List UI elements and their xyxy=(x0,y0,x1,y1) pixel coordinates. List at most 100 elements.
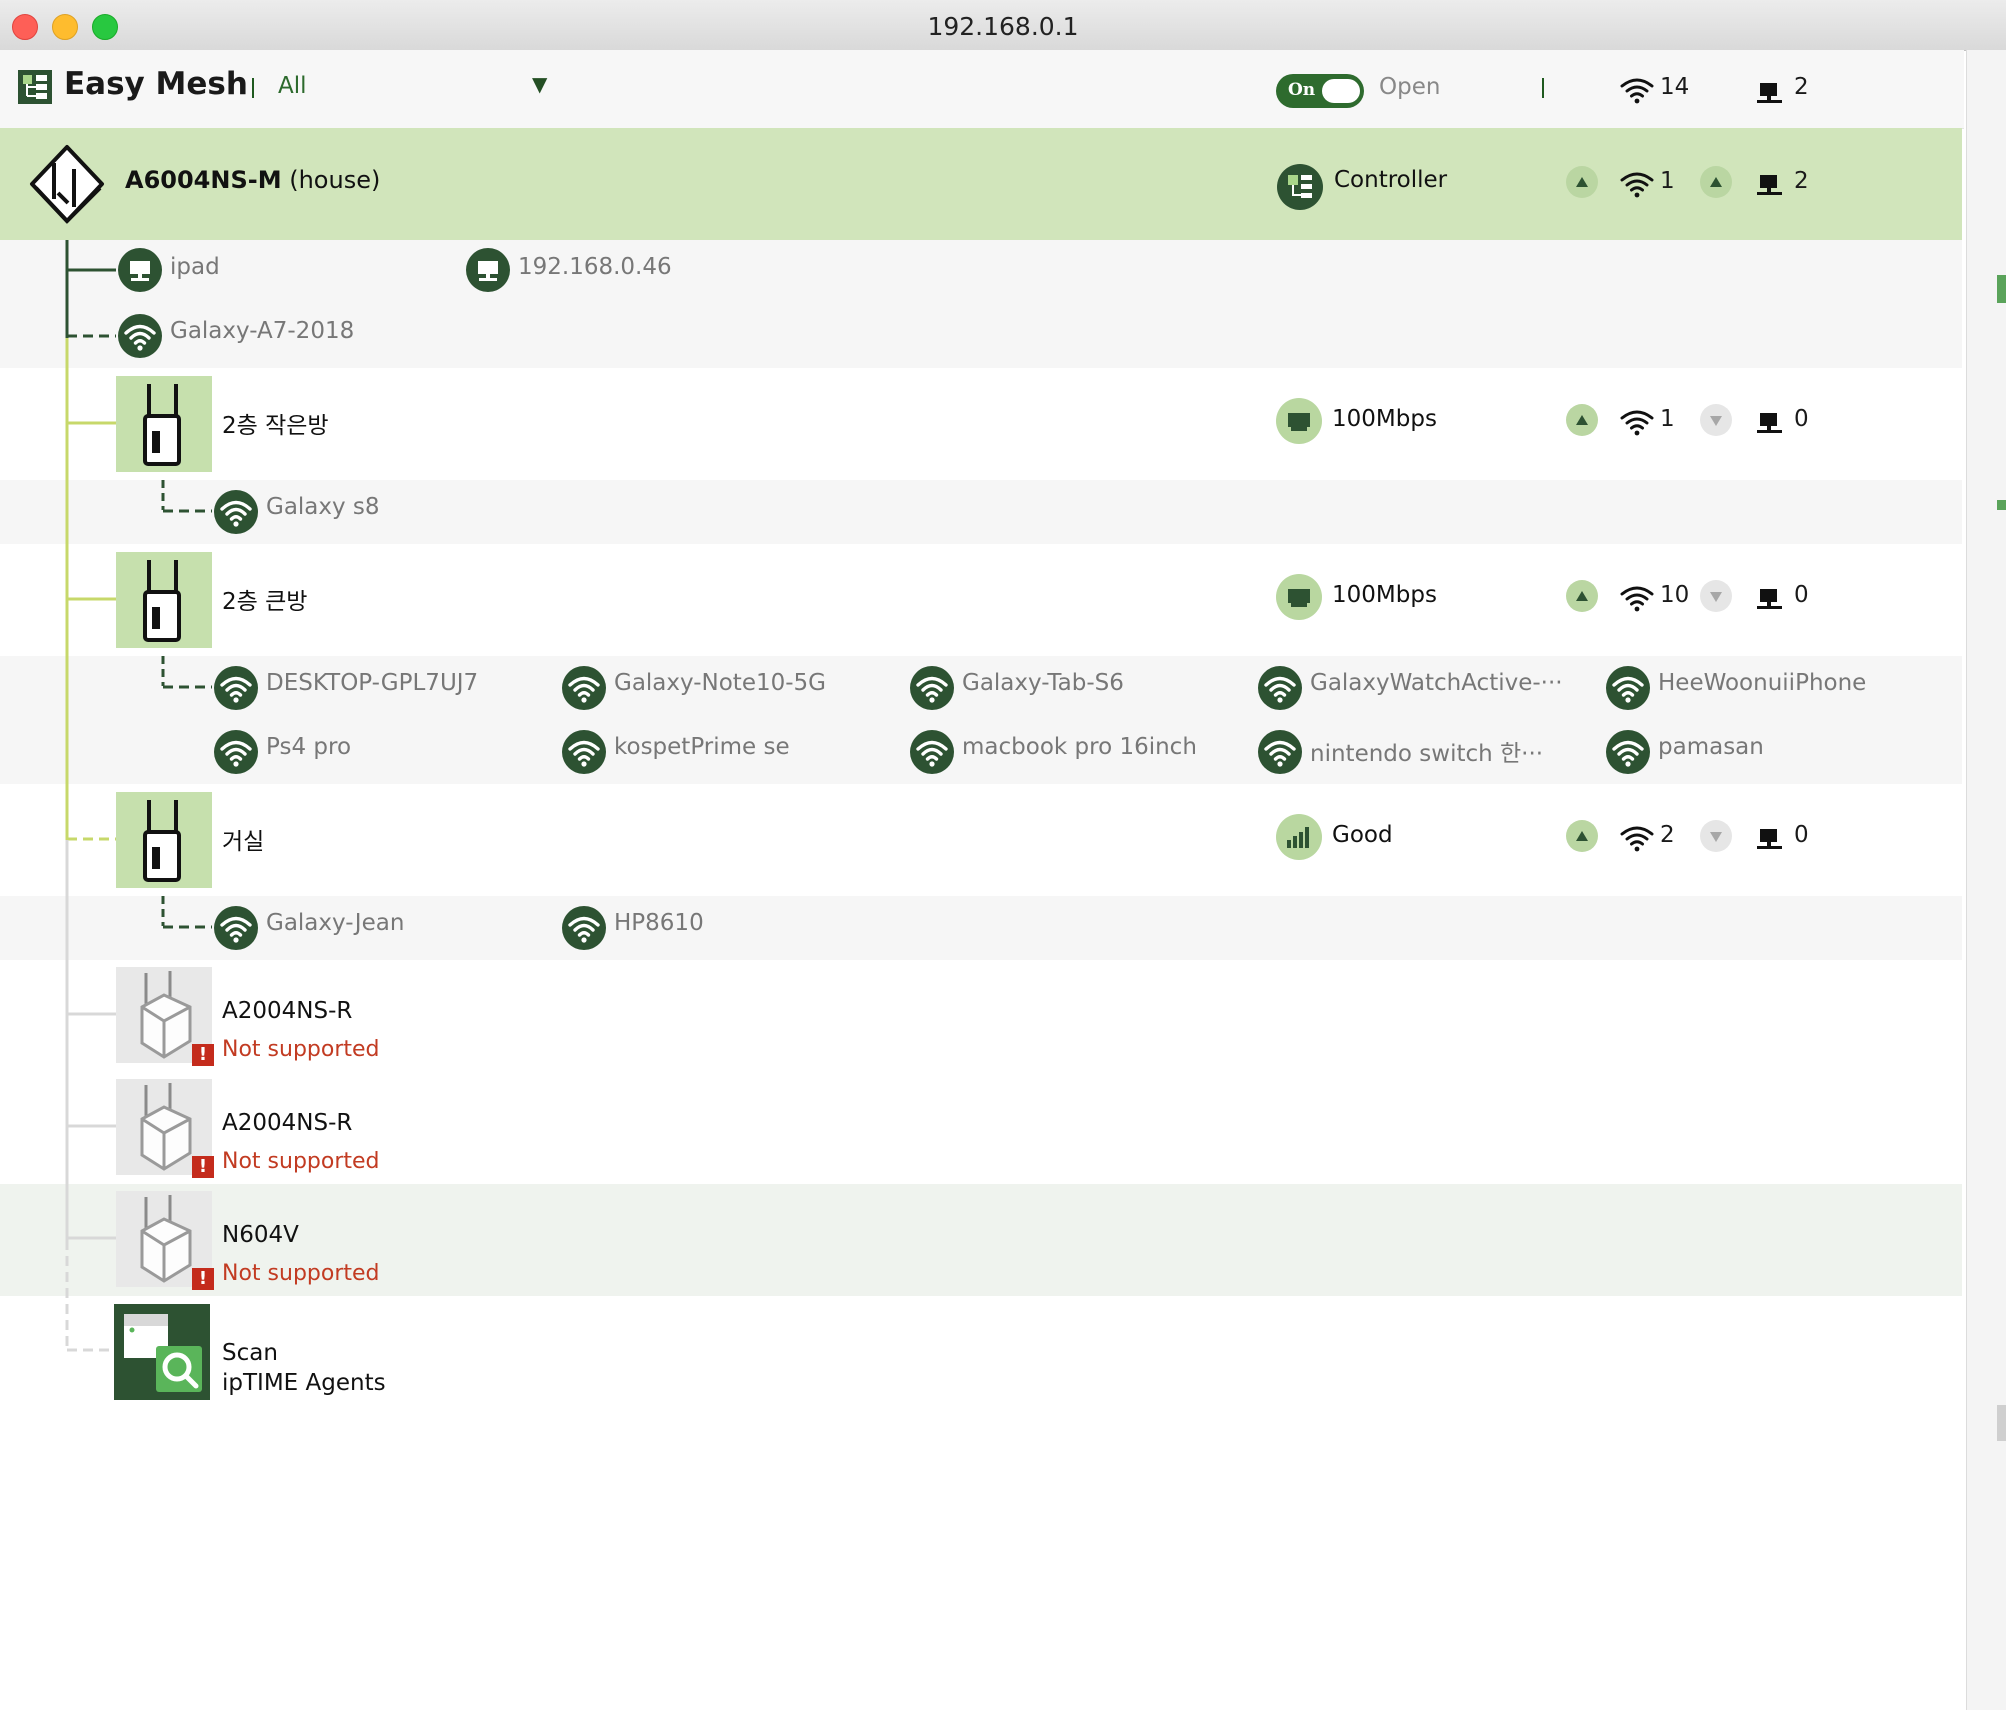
filter-dropdown-value[interactable]: All xyxy=(278,73,307,99)
arrow-up-icon[interactable] xyxy=(1566,166,1598,198)
toggle-knob xyxy=(1322,79,1360,103)
router-icon xyxy=(116,552,212,648)
agent-wifi-count: 2 xyxy=(1660,822,1675,848)
agent-wifi-count: 1 xyxy=(1660,406,1675,432)
arrow-up-icon[interactable] xyxy=(1566,404,1598,436)
wired-icon xyxy=(1756,410,1784,436)
device-name[interactable]: N604V xyxy=(222,1222,299,1248)
controller-alias: (house) xyxy=(289,166,381,194)
ethernet-link-icon xyxy=(1276,398,1322,444)
ethernet-link-icon xyxy=(1276,574,1322,620)
client-name[interactable]: macbook pro 16inch xyxy=(962,734,1197,760)
arrow-up-icon[interactable] xyxy=(1566,580,1598,612)
controller-wired-count: 2 xyxy=(1794,168,1809,194)
wifi-icon xyxy=(1620,584,1654,612)
window-titlebar: 192.168.0.1 xyxy=(0,0,2006,51)
wifi-client-icon xyxy=(562,666,606,710)
arrow-down-icon[interactable] xyxy=(1700,404,1732,436)
controller-name[interactable]: A6004NS-M (house) xyxy=(125,166,380,194)
link-speed: 100Mbps xyxy=(1332,582,1437,608)
scrollbar[interactable] xyxy=(1966,50,2006,1710)
arrow-down-icon[interactable] xyxy=(1700,820,1732,852)
device-name[interactable]: A2004NS-R xyxy=(222,998,352,1024)
toggle-label: On xyxy=(1288,80,1316,100)
client-name[interactable]: pamasan xyxy=(1658,734,1764,760)
chevron-down-icon[interactable]: ▼ xyxy=(532,72,547,96)
client-name[interactable]: Galaxy s8 xyxy=(266,494,380,520)
client-name[interactable]: HeeWoonuiiPhone xyxy=(1658,670,1866,696)
agent-wired-count: 0 xyxy=(1794,406,1809,432)
scan-agents-icon[interactable] xyxy=(114,1304,210,1400)
client-name[interactable]: Galaxy-Tab-S6 xyxy=(962,670,1124,696)
wired-icon xyxy=(1756,586,1784,612)
signal-strength-icon xyxy=(1276,814,1322,860)
router-icon xyxy=(116,376,212,472)
status-label: Open xyxy=(1379,74,1441,100)
agent-router-tile[interactable] xyxy=(116,792,212,888)
client-name[interactable]: 192.168.0.46 xyxy=(518,254,672,280)
client-name[interactable]: ipad xyxy=(170,254,220,280)
client-name[interactable]: Galaxy-A7-2018 xyxy=(170,318,354,344)
wifi-icon xyxy=(1620,408,1654,436)
warning-icon: ! xyxy=(192,1044,214,1066)
agent-name[interactable]: 2층 큰방 xyxy=(222,582,307,616)
wired-icon xyxy=(1756,172,1784,198)
agent-wired-count: 0 xyxy=(1794,822,1809,848)
wifi-client-icon xyxy=(910,666,954,710)
controller-clients-row xyxy=(0,240,1962,368)
window-title: 192.168.0.1 xyxy=(927,12,1079,41)
wifi-client-icon xyxy=(214,906,258,950)
wired-icon xyxy=(1756,826,1784,852)
wifi-client-icon xyxy=(1606,666,1650,710)
controller-router-icon xyxy=(30,145,104,224)
wifi-icon xyxy=(1620,824,1654,852)
link-quality: Good xyxy=(1332,822,1393,848)
client-name[interactable]: Ps4 pro xyxy=(266,734,351,760)
wired-icon xyxy=(1756,80,1784,106)
app-toolbar: Easy Mesh All ▼ On Open 14 2 xyxy=(0,50,1964,129)
scan-sublabel[interactable]: ipTIME Agents xyxy=(222,1370,386,1396)
agent-router-tile[interactable] xyxy=(116,376,212,472)
client-name[interactable]: kospetPrime se xyxy=(614,734,790,760)
controller-role-icon xyxy=(1277,164,1323,210)
wired-client-icon xyxy=(118,248,162,292)
wifi-client-icon xyxy=(118,314,162,358)
link-speed: 100Mbps xyxy=(1332,406,1437,432)
wifi-client-icon xyxy=(562,906,606,950)
arrow-up-icon[interactable] xyxy=(1700,166,1732,198)
client-name[interactable]: Galaxy-Jean xyxy=(266,910,404,936)
scan-label[interactable]: Scan xyxy=(222,1340,278,1366)
mesh-toggle[interactable]: On xyxy=(1276,74,1364,108)
wifi-client-icon xyxy=(1606,730,1650,774)
wired-client-icon xyxy=(466,248,510,292)
wifi-icon xyxy=(1620,76,1654,104)
agent-name[interactable]: 거실 xyxy=(222,822,264,856)
client-name[interactable]: HP8610 xyxy=(614,910,704,936)
device-status: Not supported xyxy=(222,1037,380,1062)
router-icon xyxy=(116,792,212,888)
arrow-down-icon[interactable] xyxy=(1700,580,1732,612)
client-name[interactable]: DESKTOP-GPL7UJ7 xyxy=(266,670,478,696)
wifi-client-icon xyxy=(1258,730,1302,774)
divider xyxy=(1542,78,1544,98)
agent-name[interactable]: 2층 작은방 xyxy=(222,406,329,440)
device-name[interactable]: A2004NS-R xyxy=(222,1110,352,1136)
wifi-client-icon xyxy=(1258,666,1302,710)
client-name[interactable]: Galaxy-Note10-5G xyxy=(614,670,826,696)
wifi-client-icon xyxy=(214,490,258,534)
wired-total-count: 2 xyxy=(1794,74,1809,100)
controller-model: A6004NS-M xyxy=(125,166,282,194)
agent-wifi-count: 10 xyxy=(1660,582,1690,608)
wifi-client-icon xyxy=(214,730,258,774)
controller-wifi-count: 1 xyxy=(1660,168,1675,194)
device-status: Not supported xyxy=(222,1149,380,1174)
wifi-client-icon xyxy=(214,666,258,710)
wifi-client-icon xyxy=(562,730,606,774)
client-name[interactable]: nintendo switch 한··· xyxy=(1310,734,1543,768)
controller-role: Controller xyxy=(1334,167,1448,193)
agent-router-tile[interactable] xyxy=(116,552,212,648)
arrow-up-icon[interactable] xyxy=(1566,820,1598,852)
wifi-client-icon xyxy=(910,730,954,774)
warning-icon: ! xyxy=(192,1268,214,1290)
client-name[interactable]: GalaxyWatchActive-··· xyxy=(1310,670,1563,696)
